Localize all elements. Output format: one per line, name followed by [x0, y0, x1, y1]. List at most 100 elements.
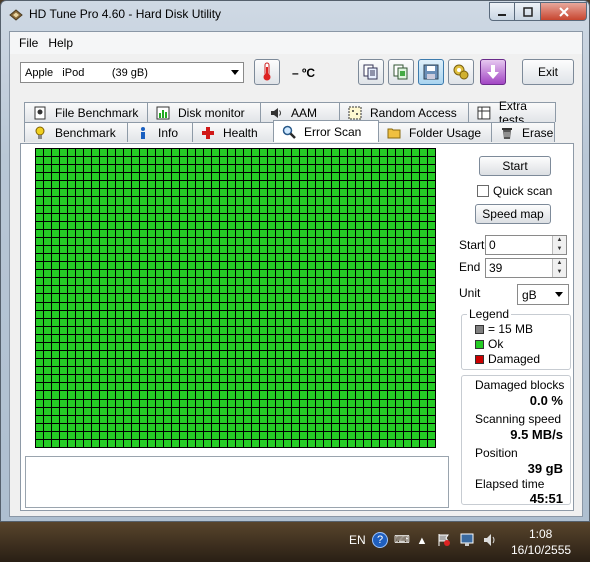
scan-block — [140, 399, 147, 407]
scan-block — [164, 213, 171, 221]
scan-block — [52, 431, 59, 439]
tab-info[interactable]: Info — [127, 122, 193, 142]
scan-block — [284, 383, 291, 391]
scan-block — [396, 399, 403, 407]
volume-icon[interactable] — [483, 532, 499, 548]
scan-block — [60, 229, 67, 237]
close-button[interactable] — [541, 2, 587, 21]
scan-block — [404, 342, 411, 351]
scan-block — [236, 407, 243, 415]
tab-random-access[interactable]: Random Access — [339, 102, 469, 122]
tab-error-scan[interactable]: Error Scan — [273, 120, 379, 142]
title-bar[interactable]: HD Tune Pro 4.60 - Hard Disk Utility — [1, 1, 590, 29]
spin-down-icon[interactable]: ▼ — [553, 245, 566, 254]
end-input[interactable]: 39 ▲ ▼ — [485, 258, 567, 278]
spin-up-icon[interactable]: ▲ — [553, 259, 566, 268]
scan-block — [108, 165, 115, 173]
tab-folder-usage[interactable]: Folder Usage — [378, 122, 492, 142]
scan-block — [348, 157, 355, 165]
minimize-button[interactable] — [489, 2, 515, 21]
spin-down-icon[interactable]: ▼ — [553, 268, 566, 277]
scan-block — [36, 149, 43, 157]
network-icon[interactable] — [460, 532, 476, 548]
scan-block — [148, 399, 155, 407]
scan-block — [100, 407, 107, 415]
tab-erase[interactable]: Erase — [491, 122, 555, 142]
tab-extra-tests[interactable]: Extra tests — [468, 99, 556, 127]
download-button[interactable] — [480, 59, 506, 85]
scan-block — [396, 165, 403, 173]
spin-up-icon[interactable]: ▲ — [553, 236, 566, 245]
scan-block — [116, 391, 123, 399]
exit-button[interactable]: Exit — [522, 59, 574, 85]
scan-block — [100, 149, 107, 157]
clock-date[interactable]: 16/10/2555 — [511, 543, 571, 557]
scan-block — [172, 318, 179, 326]
scan-block — [292, 359, 299, 367]
scan-block — [244, 213, 251, 221]
scan-block — [164, 391, 171, 399]
clock-time[interactable]: 1:08 — [529, 527, 552, 541]
start-scan-button[interactable]: Start — [479, 156, 551, 176]
scan-block — [404, 197, 411, 205]
language-indicator[interactable]: EN — [349, 533, 366, 547]
copy-screenshot-button[interactable] — [388, 59, 414, 85]
spinner-arrows[interactable]: ▲ ▼ — [552, 236, 566, 254]
scan-block — [180, 157, 187, 165]
scan-block — [420, 189, 427, 197]
scan-block — [340, 415, 347, 423]
scan-block — [324, 351, 331, 359]
scan-block — [420, 173, 427, 181]
maximize-button[interactable] — [515, 2, 541, 21]
tab-disk-monitor[interactable]: Disk monitor — [147, 102, 261, 122]
scan-block — [68, 302, 75, 310]
scan-block — [44, 431, 51, 439]
scan-block — [284, 294, 291, 302]
scan-block — [332, 423, 339, 431]
save-button[interactable] — [418, 59, 444, 85]
scan-block-map — [35, 148, 436, 448]
temperature-button[interactable] — [254, 59, 280, 85]
start-input[interactable]: 0 ▲ ▼ — [485, 235, 567, 255]
scan-block — [52, 302, 59, 310]
tab-benchmark[interactable]: Benchmark — [24, 122, 128, 142]
scan-block — [228, 189, 235, 197]
tab-file-benchmark[interactable]: File Benchmark — [24, 102, 148, 122]
drive-select[interactable]: Apple iPod (39 gB) — [20, 62, 244, 83]
show-hidden-icons-icon[interactable]: ▲ — [414, 533, 430, 549]
spinner-arrows[interactable]: ▲ ▼ — [552, 259, 566, 277]
scan-block — [396, 383, 403, 391]
menu-help[interactable]: Help — [43, 36, 78, 50]
scan-block — [36, 383, 43, 391]
scan-block — [252, 318, 259, 326]
copy-text-button[interactable] — [358, 59, 384, 85]
scan-block — [84, 237, 91, 245]
quick-scan-checkbox[interactable]: Quick scan — [477, 184, 552, 198]
options-button[interactable] — [448, 59, 474, 85]
menu-file[interactable]: File — [14, 36, 43, 50]
scan-block — [188, 415, 195, 423]
scan-block — [188, 181, 195, 189]
scan-block — [284, 415, 291, 423]
scan-block — [92, 302, 99, 310]
unit-select[interactable]: gB — [517, 284, 569, 305]
scan-block — [188, 149, 195, 157]
speed-map-button[interactable]: Speed map — [475, 204, 551, 224]
scan-block — [412, 181, 419, 189]
scan-block — [276, 189, 283, 197]
keyboard-layout-icon[interactable]: ⌨ — [394, 531, 410, 547]
scan-block — [244, 367, 251, 375]
scan-block — [108, 391, 115, 399]
tab-aam[interactable]: AAM — [260, 102, 340, 122]
scan-block — [196, 197, 203, 205]
scan-block — [300, 173, 307, 181]
scan-block — [276, 181, 283, 189]
scan-block — [388, 213, 395, 221]
scan-block — [236, 213, 243, 221]
scan-block — [44, 149, 51, 157]
scan-block — [116, 367, 123, 375]
scan-block — [84, 157, 91, 165]
tab-health[interactable]: Health — [192, 122, 274, 142]
help-icon[interactable]: ? — [372, 532, 388, 548]
action-center-flag-icon[interactable] — [436, 532, 452, 548]
